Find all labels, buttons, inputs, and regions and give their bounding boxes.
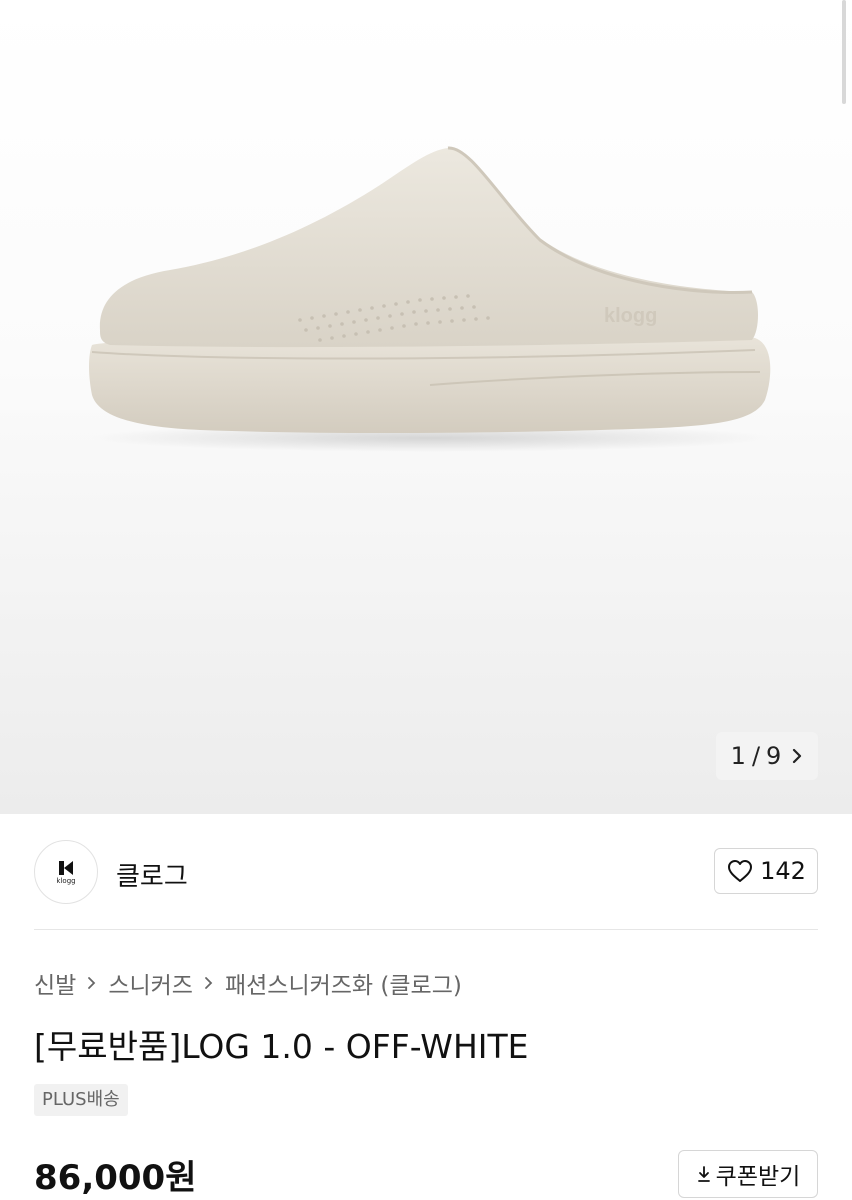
breadcrumb-item[interactable]: 패션스니커즈화 (클로그) — [225, 966, 462, 1000]
like-button[interactable]: 142 — [714, 848, 818, 894]
product-image-gallery[interactable]: klogg 1 / 9 — [0, 0, 852, 814]
coupon-download-button[interactable]: 쿠폰받기 — [678, 1150, 818, 1198]
breadcrumb-item[interactable]: 신발 — [34, 966, 76, 1000]
coupon-label: 쿠폰받기 — [715, 1164, 801, 1190]
heart-icon — [728, 860, 753, 882]
breadcrumb-item[interactable]: 스니커즈 — [108, 966, 193, 1000]
chevron-right-icon — [205, 977, 213, 989]
product-title: [무료반품]LOG 1.0 - OFF-WHITE — [34, 1027, 529, 1066]
brand-name-link[interactable]: 클로그 — [116, 856, 188, 893]
brand-row: klogg 클로그 142 — [34, 840, 818, 904]
breadcrumb: 신발 스니커즈 패션스니커즈화 (클로그) — [34, 966, 462, 1000]
chevron-right-icon — [88, 977, 96, 989]
pager-separator: / — [751, 742, 761, 770]
shoe-logo-text: klogg — [604, 305, 657, 327]
product-image: klogg — [89, 146, 771, 452]
brand-logo-text: klogg — [56, 876, 76, 885]
brand-logo[interactable]: klogg — [34, 840, 98, 904]
image-pager-button[interactable]: 1 / 9 — [716, 732, 818, 780]
chevron-right-icon — [793, 748, 802, 764]
shipping-badge: PLUS배송 — [34, 1084, 128, 1116]
pager-total: 9 — [766, 742, 782, 770]
brand-logo-mark-icon — [59, 860, 73, 875]
pager-current: 1 — [730, 742, 746, 770]
like-count: 142 — [760, 857, 806, 885]
download-icon — [697, 1166, 710, 1182]
product-price: 86,000원 — [34, 1158, 197, 1198]
scrollbar[interactable] — [842, 0, 846, 104]
divider — [34, 929, 818, 930]
